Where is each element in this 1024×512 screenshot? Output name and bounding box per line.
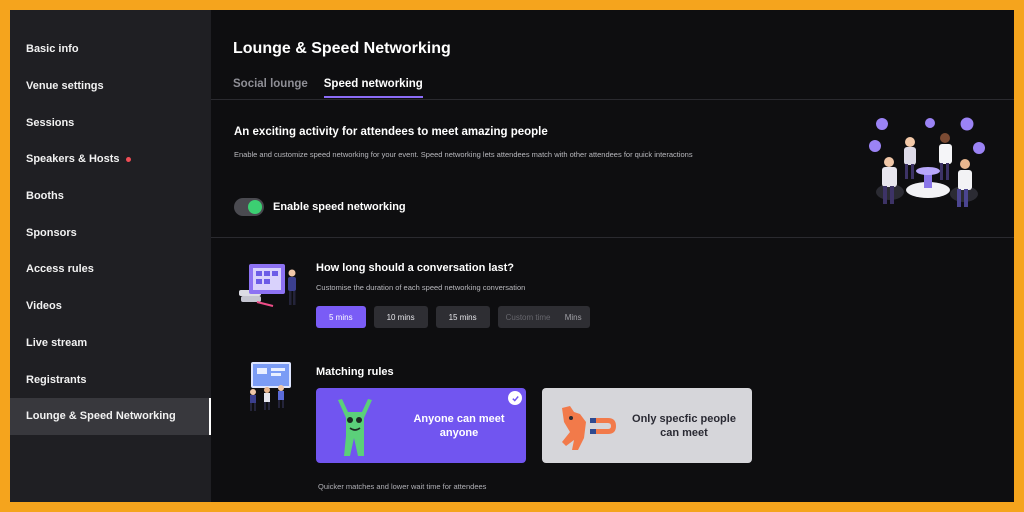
main-content: Lounge & Speed Networking Social lounge … [211, 10, 1014, 502]
sidebar-item-label: Lounge & Speed Networking [26, 410, 176, 423]
sidebar-item-sessions[interactable]: Sessions [10, 104, 211, 141]
duration-15-mins-button[interactable]: 15 mins [435, 306, 490, 328]
only-specific-people-label: Only specfic people can meet [632, 412, 736, 439]
sidebar-item-basic-info[interactable]: Basic info [10, 31, 211, 68]
toggle-label: Enable speed networking [273, 201, 406, 213]
anyone-can-meet-card[interactable]: Anyone can meet anyone [316, 388, 526, 463]
networking-illustration [869, 117, 985, 207]
duration-10-mins-button[interactable]: 10 mins [373, 306, 428, 328]
sidebar-item-label: Basic info [26, 43, 79, 56]
sidebar-item-label: Venue settings [26, 80, 104, 93]
green-monster-icon [338, 399, 372, 456]
audience-illustration [250, 362, 291, 411]
sidebar-item-label: Live stream [26, 336, 88, 349]
duration-description: Customise the duration of each speed net… [316, 283, 526, 292]
sidebar-item-venue-settings[interactable]: Venue settings [10, 68, 211, 105]
sidebar-item-access-rules[interactable]: Access rules [10, 251, 211, 288]
sidebar-item-label: Sponsors [26, 226, 77, 239]
sidebar-item-label: Booths [26, 190, 64, 203]
matching-footnote: Quicker matches and lower wait time for … [318, 482, 487, 491]
toggle-knob [248, 200, 262, 214]
duration-5-mins-button[interactable]: 5 mins [316, 306, 366, 328]
sidebar-item-booths[interactable]: Booths [10, 178, 211, 215]
only-specific-people-card[interactable]: Only specfic people can meet [542, 388, 752, 463]
divider [211, 237, 1014, 238]
sidebar-item-label: Speakers & Hosts [26, 153, 120, 166]
page-title: Lounge & Speed Networking [233, 40, 451, 57]
presentation-illustration [239, 264, 296, 307]
checkmark-icon [508, 391, 522, 405]
enable-toggle-row: Enable speed networking [234, 198, 406, 216]
sidebar-item-live-stream[interactable]: Live stream [10, 325, 211, 362]
sidebar-item-label: Videos [26, 300, 62, 313]
duration-title: How long should a conversation last? [316, 262, 515, 274]
duration-options: 5 mins 10 mins 15 mins Mins [316, 306, 590, 328]
custom-time-unit: Mins [564, 312, 582, 322]
sidebar-item-label: Sessions [26, 116, 75, 129]
sidebar-item-videos[interactable]: Videos [10, 288, 211, 325]
sidebar-item-sponsors[interactable]: Sponsors [10, 214, 211, 251]
sidebar-item-lounge-speed-networking[interactable]: Lounge & Speed Networking [10, 397, 211, 435]
intro-title: An exciting activity for attendees to me… [234, 126, 548, 138]
enable-speed-networking-toggle[interactable] [234, 198, 264, 216]
matching-rules-title: Matching rules [316, 366, 394, 378]
magnet-monster-icon [562, 406, 616, 450]
app-window: Basic info Venue settings Sessions Speak… [10, 10, 1014, 502]
custom-time-field: Mins [497, 306, 590, 328]
intro-description: Enable and customize speed networking fo… [234, 150, 693, 159]
sidebar-item-label: Access rules [26, 263, 94, 276]
tab-bar: Social lounge Speed networking [233, 78, 423, 98]
sidebar-item-registrants[interactable]: Registrants [10, 361, 211, 398]
divider [211, 99, 1014, 100]
sidebar-item-speakers-hosts[interactable]: Speakers & Hosts [10, 141, 211, 178]
notification-dot [125, 156, 131, 162]
anyone-can-meet-label: Anyone can meet anyone [413, 412, 505, 439]
custom-time-input[interactable] [505, 312, 558, 322]
sidebar: Basic info Venue settings Sessions Speak… [10, 10, 211, 502]
tab-speed-networking[interactable]: Speed networking [323, 78, 423, 98]
sidebar-item-label: Registrants [26, 373, 87, 386]
tab-social-lounge[interactable]: Social lounge [233, 78, 308, 98]
